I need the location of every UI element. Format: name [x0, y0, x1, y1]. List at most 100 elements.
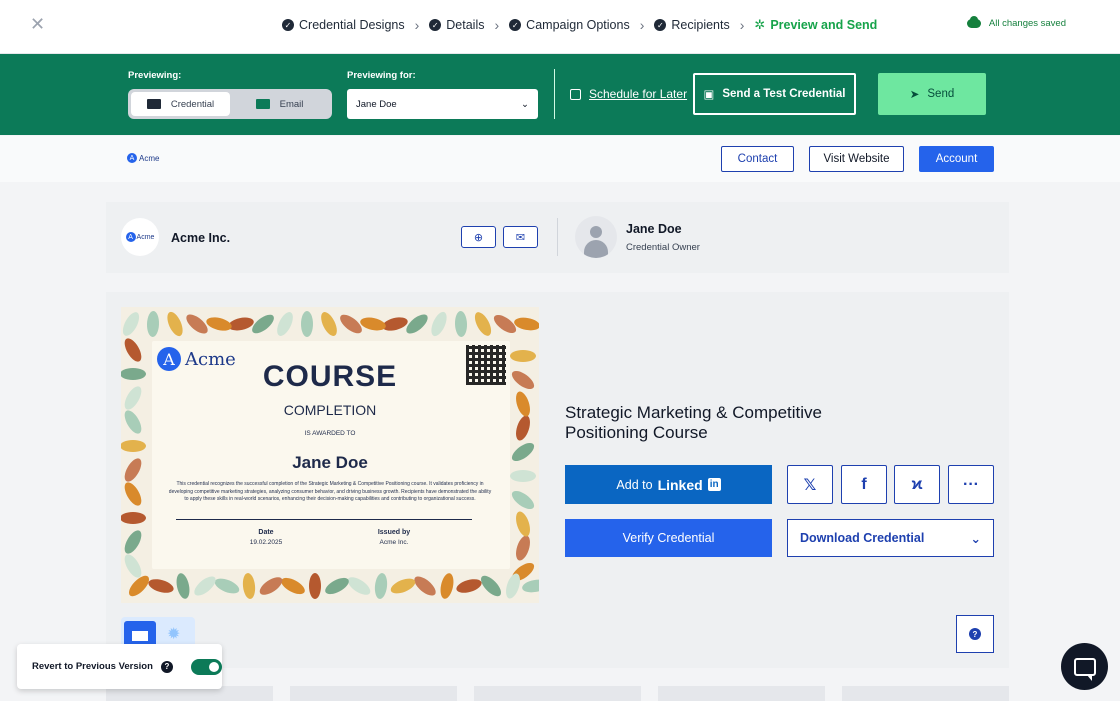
decorative-leaf: [508, 487, 538, 513]
share-x-button[interactable]: 𝕏: [787, 465, 833, 504]
check-circle-icon: ✓: [509, 19, 522, 31]
decorative-leaf: [164, 309, 186, 339]
divider: [557, 218, 558, 256]
certificate-title: COURSE: [262, 360, 398, 393]
contact-button[interactable]: Contact: [721, 146, 794, 172]
decorative-leaf: [278, 574, 308, 598]
decorative-leaf: [212, 575, 242, 597]
step-recipients[interactable]: ✓ Recipients: [654, 18, 730, 32]
more-share-button[interactable]: ···: [948, 465, 994, 504]
schedule-for-later-link[interactable]: Schedule for Later: [570, 87, 687, 101]
previewing-for-label: Previewing for:: [347, 70, 416, 81]
decorative-leaf: [388, 575, 418, 597]
decorative-leaf: [121, 440, 146, 452]
download-credential-dropdown[interactable]: Download Credential ⌄: [787, 519, 994, 557]
issuer-logo: A Acme: [127, 153, 159, 163]
credential-icon: [146, 99, 161, 109]
chevron-down-icon: ⌄: [521, 98, 529, 110]
chevron-right-icon: ›: [639, 17, 645, 33]
decorative-leaf: [454, 576, 484, 596]
bottom-card: [474, 686, 641, 701]
credential-title: Strategic Marketing & Competitive Positi…: [565, 403, 822, 442]
share-facebook-button[interactable]: f: [841, 465, 887, 504]
decorative-leaf: [513, 413, 533, 443]
issuer-name: Acme Inc.: [171, 231, 231, 245]
decorative-leaf: [273, 309, 297, 339]
step-campaign-options[interactable]: ✓ Campaign Options: [509, 18, 630, 32]
send-test-credential-button[interactable]: ▣ Send a Test Credential: [693, 73, 856, 115]
email-issuer-button[interactable]: ✉: [503, 226, 538, 248]
globe-icon: ⊕: [473, 231, 484, 244]
chevron-right-icon: ›: [739, 17, 745, 33]
decorative-leaf: [174, 572, 192, 600]
decorative-leaf: [471, 309, 495, 339]
account-button[interactable]: Account: [919, 146, 994, 172]
decorative-leaf: [359, 315, 387, 333]
more-dots-icon: ···: [963, 475, 979, 493]
decorative-leaf: [411, 573, 439, 599]
issuer-avatar: A Acme: [121, 218, 159, 256]
help-button[interactable]: ?: [956, 615, 994, 653]
decorative-leaf: [191, 573, 219, 599]
decorative-leaf: [513, 533, 533, 563]
decorative-leaf: [513, 315, 539, 333]
acme-logo-mark: A: [125, 232, 136, 242]
divider: [554, 69, 555, 119]
chevron-right-icon: ›: [494, 17, 500, 33]
chat-icon: [1073, 657, 1096, 681]
decorative-leaf: [513, 509, 533, 539]
certificate-rule: [176, 519, 472, 520]
step-details[interactable]: ✓ Details: [429, 18, 485, 32]
decorative-leaf: [344, 573, 374, 599]
owner-avatar: [575, 216, 617, 258]
certificate-description: This credential recognizes the successfu…: [168, 481, 492, 502]
badge-view-icon[interactable]: ✹: [167, 627, 183, 643]
share-xing-button[interactable]: ϰ: [894, 465, 940, 504]
revert-toggle-switch[interactable]: [190, 658, 222, 675]
acme-logo-mark: A: [127, 153, 137, 163]
certificate-issuer: Issued by Acme Inc.: [377, 529, 411, 546]
check-circle-icon: ✓: [282, 19, 294, 31]
step-preview-and-send[interactable]: ✲ Preview and Send: [754, 17, 877, 33]
question-icon[interactable]: ?: [160, 660, 173, 673]
decorative-leaf: [477, 572, 505, 600]
mode-credential-button[interactable]: Credential: [131, 92, 230, 116]
add-to-linkedin-button[interactable]: Add to Linked in: [565, 465, 772, 504]
decorative-leaf: [146, 310, 160, 338]
bottom-card: [842, 686, 1009, 701]
decorative-leaf: [521, 577, 539, 595]
close-icon[interactable]: ✕: [30, 15, 46, 33]
decorative-leaf: [373, 572, 389, 600]
avatar-head: [590, 226, 602, 238]
recipient-select[interactable]: Jane Doe ⌄: [347, 89, 538, 119]
avatar-body: [584, 240, 608, 258]
website-globe-button[interactable]: ⊕: [461, 226, 496, 248]
owner-role: Credential Owner: [626, 242, 700, 253]
revert-version-panel: Revert to Previous Version ?: [17, 644, 222, 689]
certificate-awarded-text: IS AWARDED TO: [304, 430, 356, 437]
visit-website-button[interactable]: Visit Website: [809, 146, 904, 172]
check-circle-icon: ✓: [654, 19, 667, 31]
certificate-date: Date 19.02.2025: [249, 529, 283, 546]
owner-name: Jane Doe: [626, 222, 682, 236]
envelope-icon: [255, 99, 270, 109]
decorative-leaf: [204, 315, 234, 333]
chat-launcher-button[interactable]: [1061, 643, 1108, 690]
mode-email-button[interactable]: Email: [230, 92, 329, 116]
facebook-icon: f: [861, 475, 867, 493]
verify-credential-button[interactable]: Verify Credential: [565, 519, 772, 557]
decorative-leaf: [121, 512, 146, 524]
linkedin-wordmark: Linked: [657, 476, 703, 493]
decorative-leaf: [322, 574, 352, 598]
save-status: All changes saved: [966, 16, 1066, 29]
send-button[interactable]: ➤ Send: [878, 73, 986, 115]
decorative-leaf: [121, 479, 145, 509]
decorative-leaf: [503, 571, 523, 601]
x-logo-icon: 𝕏: [803, 476, 817, 494]
decorative-leaf: [309, 573, 321, 599]
linkedin-icon: in: [707, 478, 721, 491]
decorative-leaf: [241, 572, 257, 600]
question-icon: ?: [969, 628, 981, 640]
bottom-card: [290, 686, 457, 701]
step-credential-designs[interactable]: ✓ Credential Designs: [282, 18, 405, 32]
